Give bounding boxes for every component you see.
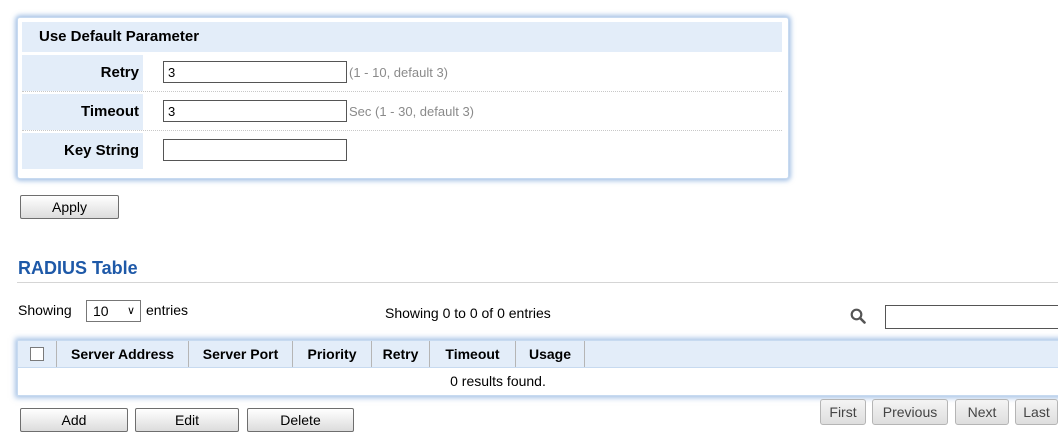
- select-all-cell: [18, 341, 57, 367]
- retry-input[interactable]: [163, 61, 347, 83]
- table-info: Showing 0 to 0 of 0 entries: [385, 305, 551, 321]
- column-header-usage[interactable]: Usage: [516, 341, 585, 367]
- empty-message: 0 results found.: [450, 373, 546, 389]
- entries-value: 10: [93, 303, 109, 319]
- timeout-input[interactable]: [163, 100, 347, 122]
- entries-label: entries: [146, 302, 189, 318]
- pagination-first-button[interactable]: First: [820, 399, 866, 425]
- default-parameter-panel: Use Default Parameter Retry (1 - 10, def…: [17, 17, 789, 179]
- table-header: Server Address Server Port Priority Retr…: [18, 341, 1058, 368]
- showing-label: Showing: [18, 302, 72, 318]
- key-string-input[interactable]: [163, 139, 347, 161]
- column-header-server-port[interactable]: Server Port: [189, 341, 293, 367]
- column-header-priority[interactable]: Priority: [293, 341, 372, 367]
- delete-button[interactable]: Delete: [247, 408, 354, 432]
- column-header-timeout[interactable]: Timeout: [430, 341, 516, 367]
- section-title: RADIUS Table: [18, 258, 138, 278]
- retry-label: Retry: [22, 55, 143, 91]
- pagination-next-button[interactable]: Next: [955, 399, 1009, 425]
- apply-button[interactable]: Apply: [20, 195, 119, 219]
- chevron-down-icon: ∨: [126, 305, 135, 317]
- radius-table: Server Address Server Port Priority Retr…: [17, 340, 1058, 396]
- column-header-server-address[interactable]: Server Address: [57, 341, 189, 367]
- search-icon[interactable]: [850, 308, 866, 324]
- timeout-label: Timeout: [22, 94, 143, 130]
- pagination-previous-button[interactable]: Previous: [872, 399, 948, 425]
- timeout-row: Timeout Sec (1 - 30, default 3): [22, 94, 782, 131]
- key-string-label: Key String: [22, 133, 143, 169]
- pagination-last-button[interactable]: Last: [1015, 399, 1058, 425]
- edit-button[interactable]: Edit: [135, 408, 239, 432]
- timeout-hint: Sec (1 - 30, default 3): [349, 104, 475, 119]
- retry-row: Retry (1 - 10, default 3): [22, 55, 782, 92]
- search-input[interactable]: [885, 305, 1058, 329]
- entries-select[interactable]: 10 ∨: [86, 300, 141, 322]
- add-button[interactable]: Add: [20, 408, 128, 432]
- column-header-retry[interactable]: Retry: [372, 341, 430, 367]
- panel-header: Use Default Parameter: [22, 22, 782, 52]
- key-string-row: Key String: [22, 133, 782, 169]
- select-all-checkbox[interactable]: [30, 347, 44, 361]
- retry-hint: (1 - 10, default 3): [349, 65, 448, 80]
- section-divider: [17, 282, 1058, 283]
